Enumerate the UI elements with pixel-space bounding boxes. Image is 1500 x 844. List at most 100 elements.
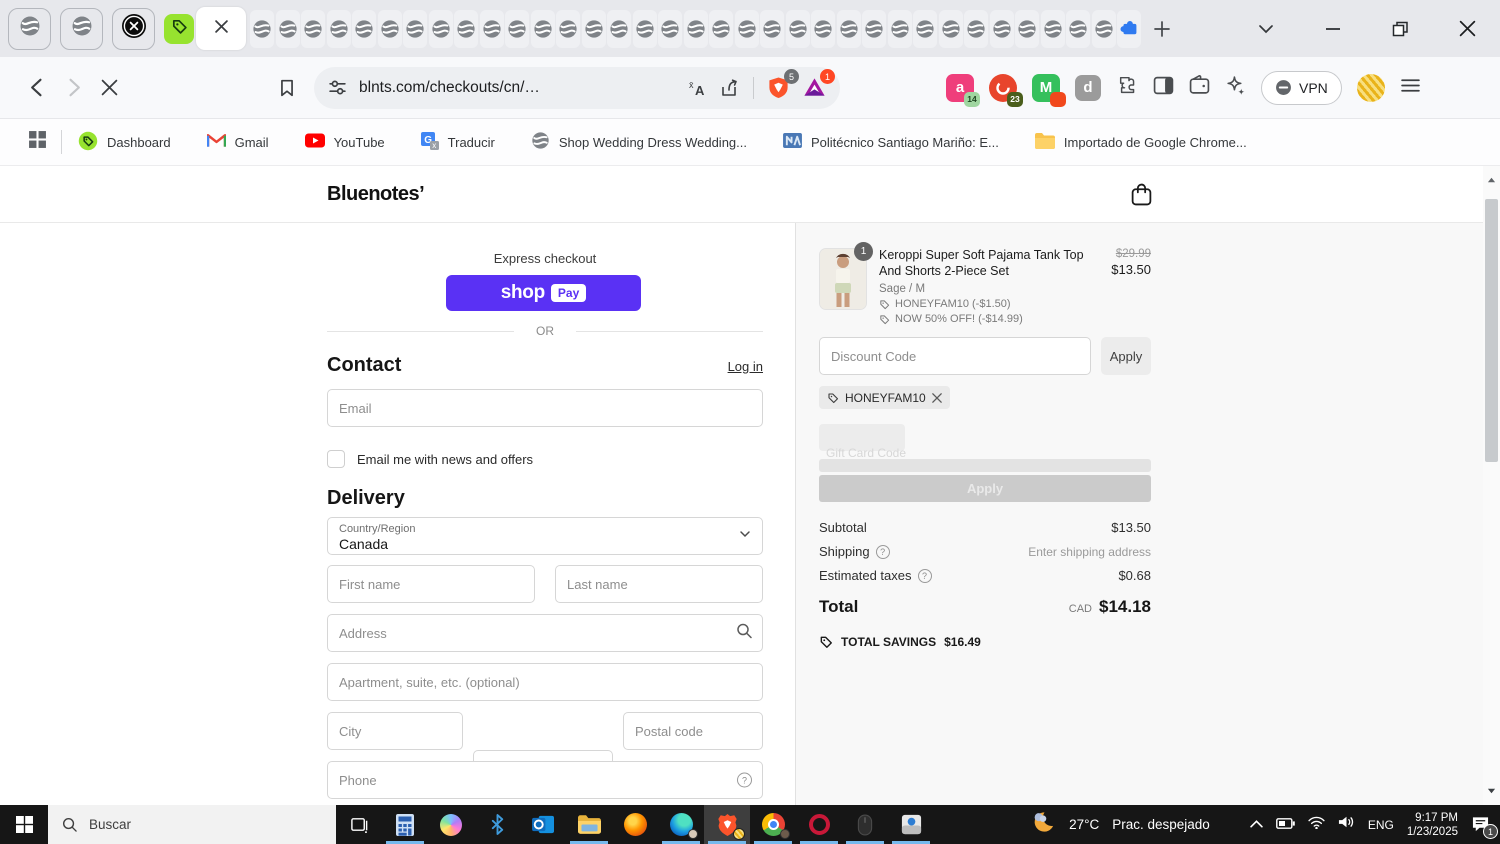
tab-favicon[interactable]: [326, 9, 351, 48]
brave-shield-icon[interactable]: 5: [767, 69, 799, 99]
green-m-extension-icon[interactable]: M: [1032, 73, 1066, 107]
tab-favicon[interactable]: [862, 9, 886, 48]
tab-favicon[interactable]: [301, 9, 325, 48]
weather-description[interactable]: Prac. despejado: [1112, 817, 1210, 832]
share-icon[interactable]: [720, 78, 740, 98]
tab-favicon[interactable]: [964, 9, 988, 48]
tab-favicon[interactable]: [352, 9, 376, 48]
new-tab-button[interactable]: [1147, 14, 1177, 44]
pink-extension-icon[interactable]: a 14: [946, 73, 980, 107]
task-view-button[interactable]: [336, 805, 382, 844]
tab-favicon[interactable]: [581, 9, 606, 48]
discount-code-input[interactable]: [819, 337, 1091, 375]
scroll-up-arrow[interactable]: [1483, 172, 1500, 189]
extensions-puzzle-icon[interactable]: [1116, 74, 1138, 101]
tab-favicon[interactable]: [1040, 9, 1065, 48]
forward-button[interactable]: [62, 77, 84, 99]
bookmark-traducir[interactable]: Gx Traducir: [420, 131, 495, 153]
tab-favicon[interactable]: [760, 9, 784, 48]
tab-favicon[interactable]: [734, 9, 759, 48]
bookmark-shop-wedding[interactable]: Shop Wedding Dress Wedding...: [531, 131, 747, 153]
shipping-help-icon[interactable]: ?: [875, 544, 890, 559]
tab-list-chevron-icon[interactable]: [1255, 18, 1277, 40]
tab-favicon[interactable]: [505, 9, 529, 48]
address-field[interactable]: [327, 614, 763, 652]
first-name-field[interactable]: [327, 565, 535, 603]
taskbar-brave[interactable]: [704, 805, 750, 844]
profile-avatar[interactable]: [1356, 73, 1385, 102]
tab-favicon[interactable]: [275, 9, 300, 48]
volume-icon[interactable]: [1338, 815, 1355, 834]
postal-code-field[interactable]: [623, 712, 763, 750]
tab-favicon[interactable]: [938, 9, 963, 48]
weather-icon[interactable]: [1031, 810, 1056, 839]
weather-temperature[interactable]: 27°C: [1069, 817, 1099, 832]
tab-black-circle[interactable]: [112, 7, 155, 50]
tab-favicon[interactable]: [811, 9, 835, 48]
active-tab[interactable]: [196, 7, 246, 50]
taskbar-edge[interactable]: [658, 805, 704, 844]
taskbar-remote-app[interactable]: [888, 805, 934, 844]
tab-favicon[interactable]: [250, 9, 274, 48]
tab-extension[interactable]: [1117, 9, 1141, 48]
bookmark-page-icon[interactable]: [276, 77, 298, 99]
newsletter-checkbox[interactable]: [327, 450, 345, 468]
taskbar-copilot[interactable]: [428, 805, 474, 844]
tab-favicon[interactable]: [556, 9, 580, 48]
taskbar-mouse-app[interactable]: [842, 805, 888, 844]
taskbar-chrome[interactable]: [750, 805, 796, 844]
start-button[interactable]: [0, 805, 48, 844]
page-scrollbar[interactable]: [1483, 166, 1500, 805]
tab-favicon[interactable]: [683, 9, 708, 48]
tab-favicon[interactable]: [1066, 9, 1090, 48]
discount-apply-button[interactable]: Apply: [1101, 337, 1151, 375]
taskbar-calculator[interactable]: [382, 805, 428, 844]
tab-favicon[interactable]: [989, 9, 1014, 48]
taxes-help-icon[interactable]: ?: [917, 568, 932, 583]
tab-globe-1[interactable]: [8, 7, 51, 50]
tab-favicon[interactable]: [709, 9, 733, 48]
taskbar-firefox[interactable]: [612, 805, 658, 844]
sidebar-icon[interactable]: [1153, 75, 1174, 101]
apps-grid-icon[interactable]: [28, 130, 47, 154]
tray-chevron-icon[interactable]: [1250, 816, 1263, 834]
tab-favicon[interactable]: [836, 9, 861, 48]
tab-favicon[interactable]: [1015, 9, 1039, 48]
tab-favicon[interactable]: [658, 9, 682, 48]
tab-favicon[interactable]: [530, 9, 555, 48]
battery-icon[interactable]: [1275, 816, 1295, 834]
tab-favicon[interactable]: [785, 9, 810, 48]
bookmark-imported-folder[interactable]: Importado de Google Chrome...: [1034, 132, 1247, 152]
wallet-icon[interactable]: [1189, 74, 1210, 101]
tab-favicon[interactable]: [454, 9, 478, 48]
country-select[interactable]: Country/Region Canada: [327, 517, 763, 555]
translate-icon[interactable]: x̄ A: [687, 78, 707, 98]
scroll-down-arrow[interactable]: [1483, 782, 1500, 799]
taskbar-opera[interactable]: [796, 805, 842, 844]
email-field[interactable]: [327, 389, 763, 427]
apartment-field[interactable]: [327, 663, 763, 701]
tab-close-icon[interactable]: [214, 19, 228, 38]
login-link[interactable]: Log in: [728, 359, 763, 374]
tab-shop-dashboard[interactable]: [164, 13, 194, 44]
keyboard-language[interactable]: ENG: [1368, 818, 1394, 832]
notification-center[interactable]: 1: [1471, 816, 1498, 839]
window-minimize-button[interactable]: [1322, 18, 1344, 40]
address-bar[interactable]: blnts.com/checkouts/cn/… x̄ A 5 1: [314, 66, 840, 109]
taskbar-outlook[interactable]: [520, 805, 566, 844]
chip-remove-icon[interactable]: [931, 392, 942, 403]
tab-favicon[interactable]: [632, 9, 657, 48]
wifi-icon[interactable]: [1308, 816, 1325, 834]
red-extension-icon[interactable]: 23: [989, 73, 1023, 107]
scrollbar-thumb[interactable]: [1485, 199, 1498, 462]
back-button[interactable]: [26, 77, 48, 99]
tab-favicon[interactable]: [428, 9, 453, 48]
store-logo[interactable]: Bluenotes’: [327, 183, 425, 206]
menu-hamburger-icon[interactable]: [1400, 75, 1421, 101]
bookmark-gmail[interactable]: Gmail: [206, 133, 269, 151]
brave-rewards-icon[interactable]: 1: [803, 69, 835, 99]
window-close-button[interactable]: [1456, 18, 1478, 40]
vpn-button[interactable]: VPN: [1261, 70, 1342, 105]
url-text[interactable]: blnts.com/checkouts/cn/…: [359, 79, 540, 97]
cart-bag-icon[interactable]: [1131, 183, 1152, 211]
